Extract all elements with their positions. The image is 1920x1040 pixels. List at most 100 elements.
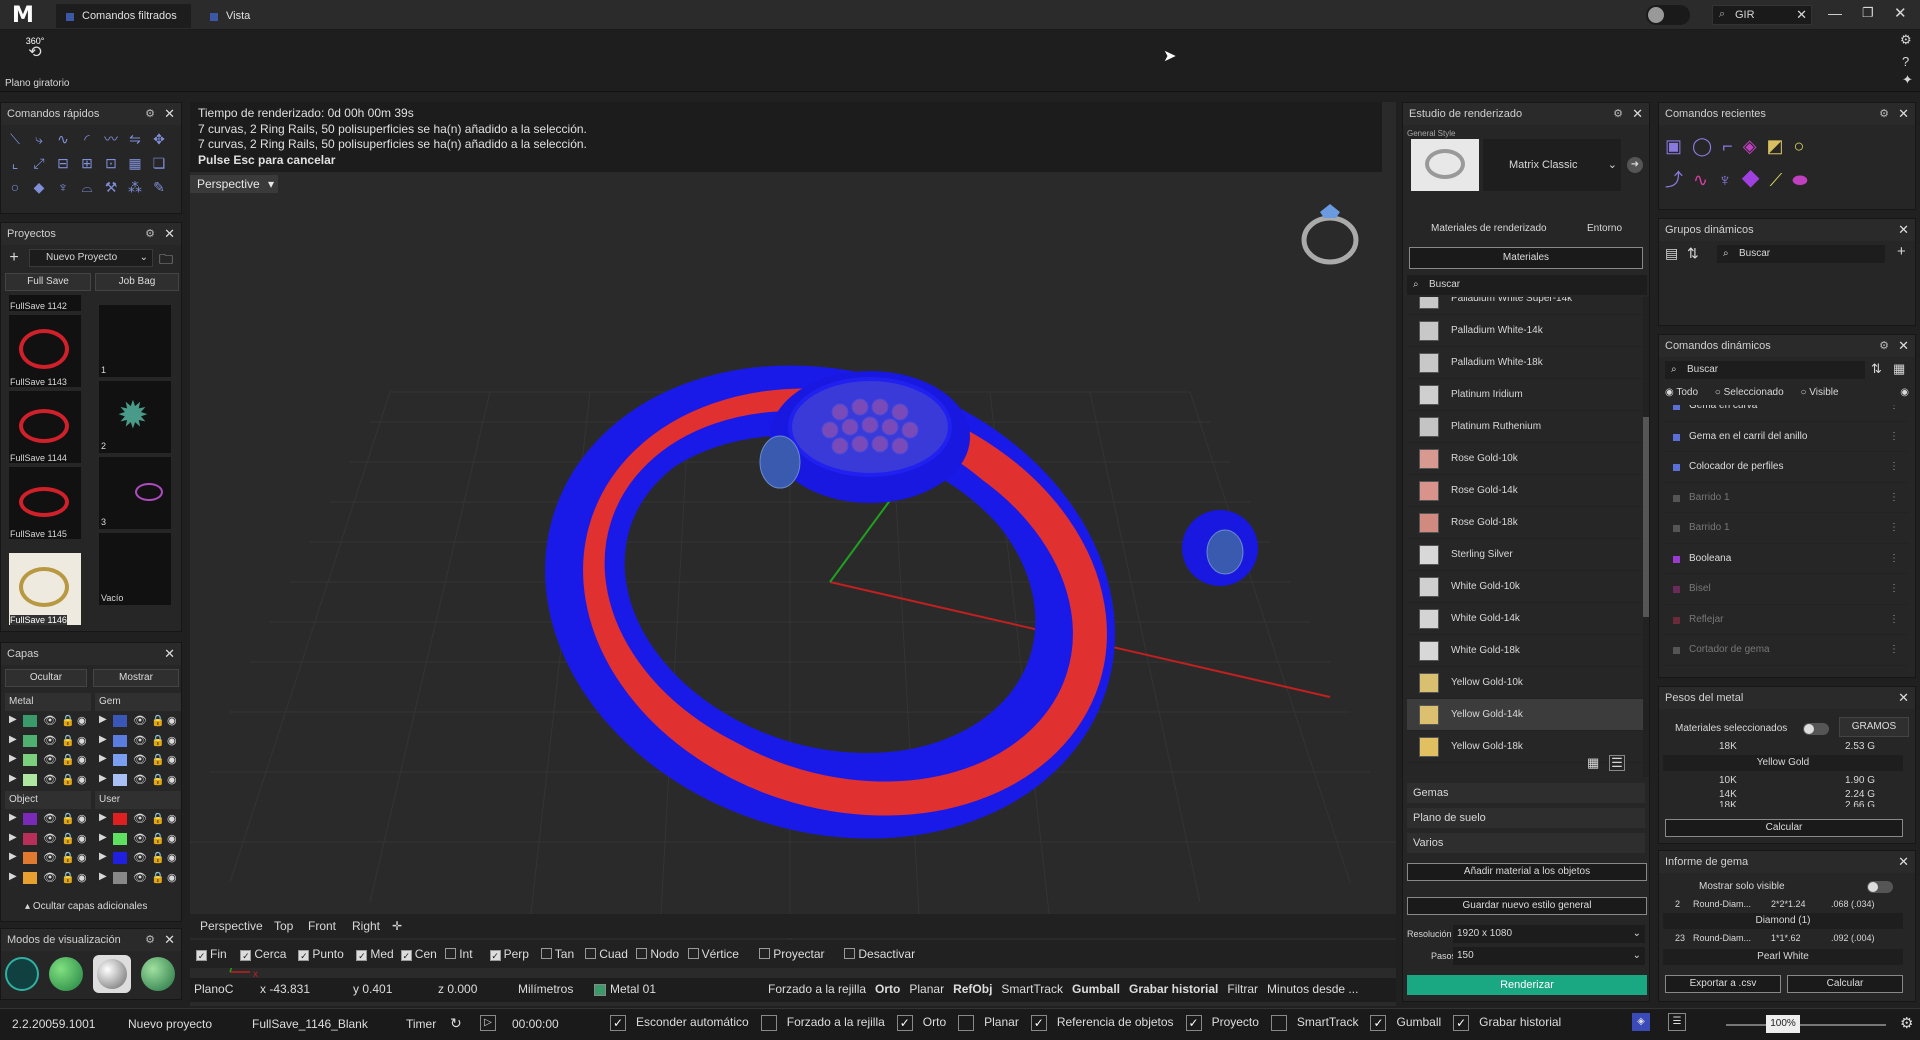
gem-tool-icon[interactable]: ◈ [1743, 136, 1767, 156]
more-options-icon[interactable]: ⋮ [1889, 635, 1899, 666]
reset-timer-icon[interactable]: ↻ [450, 1015, 462, 1032]
save-style-button[interactable]: Guardar nuevo estilo general [1407, 897, 1647, 915]
lock-icon[interactable]: 🔒 [151, 832, 165, 845]
eye-icon[interactable]: 👁 [133, 714, 147, 727]
osnap-toggle[interactable]: ✓ Med [356, 947, 394, 961]
prong-tool-icon[interactable]: ♆ [1718, 170, 1742, 190]
more-options-icon[interactable]: ⋮ [1889, 574, 1899, 605]
visibility-icon[interactable]: ◉ [167, 832, 177, 845]
checkbox[interactable]: ✓ [298, 950, 310, 961]
layer-color-swatch[interactable] [113, 773, 127, 786]
more-options-icon[interactable]: ⋮ [1889, 544, 1899, 575]
eye-icon[interactable]: 👁 [133, 773, 147, 786]
material-item[interactable]: Palladium White-14k [1407, 315, 1643, 347]
full-save-button[interactable]: Full Save [5, 273, 91, 291]
lock-icon[interactable]: 🔒 [61, 812, 75, 825]
section-ground-plane[interactable]: Plano de suelo [1407, 808, 1645, 828]
lock-icon[interactable]: 🔒 [151, 773, 165, 786]
extend-icon[interactable]: ⤢ [28, 152, 50, 174]
checkbox[interactable]: ✓ [1030, 1015, 1047, 1031]
more-options-icon[interactable]: ⋮ [1889, 513, 1899, 544]
expand-icon[interactable]: ▶ [99, 832, 107, 843]
checkbox[interactable] [760, 1015, 777, 1031]
layer-row[interactable]: ▶ 👁 🔒 ◉ [5, 770, 91, 790]
current-layer[interactable]: Metal 01 [610, 982, 656, 996]
lock-icon[interactable]: 🔒 [61, 753, 75, 766]
status-toggle[interactable]: ✓ Proyecto [1185, 1015, 1259, 1031]
expand-icon[interactable]: ▶ [99, 871, 107, 882]
more-options-icon[interactable]: ⋮ [1889, 483, 1899, 514]
bezel-icon[interactable]: ⌓ [76, 176, 98, 198]
viewport-tab-perspective[interactable]: Perspective [200, 914, 263, 938]
visibility-icon[interactable]: ◉ [77, 871, 87, 884]
layer-color-swatch[interactable] [113, 715, 127, 727]
checkbox[interactable]: ✓ [1370, 1015, 1387, 1031]
checkbox[interactable]: ✓ [896, 1015, 913, 1031]
mode-toggle[interactable]: RefObj [953, 982, 992, 996]
expand-icon[interactable]: ▶ [9, 734, 17, 745]
lock-icon[interactable]: 🔒 [61, 714, 75, 727]
checkbox[interactable]: ✓ [400, 950, 412, 961]
layer-color-swatch[interactable] [23, 754, 37, 766]
material-item[interactable]: White Gold-10k [1407, 571, 1643, 603]
zoom-value[interactable]: 100% [1766, 1015, 1800, 1033]
tab-environment[interactable]: Entorno [1587, 223, 1622, 234]
trim-icon[interactable]: ⌞ [4, 152, 26, 174]
mode-toggle[interactable]: Forzado a la rejilla [768, 982, 866, 996]
calculate-gem-button[interactable]: Calcular [1787, 975, 1903, 993]
project-dropdown[interactable]: Nuevo Proyecto ⌄ [29, 249, 153, 267]
checkbox[interactable] [445, 948, 457, 959]
tab-filtered-commands[interactable]: Comandos filtrados [56, 4, 191, 28]
add-material-button[interactable]: Añadir material a los objetos [1407, 863, 1647, 881]
join-icon[interactable]: ⊞ [76, 152, 98, 174]
gear-icon[interactable]: ⚙ [145, 929, 155, 951]
layer-row[interactable]: ▶ 👁 🔒 ◉ [95, 731, 181, 751]
offset-icon[interactable]: ⊡ [100, 152, 122, 174]
viewport-name-dropdown[interactable]: Perspective ▾ [190, 175, 278, 193]
osnap-toggle[interactable]: Vértice [687, 947, 739, 961]
minimize-icon[interactable]: — [1828, 5, 1842, 21]
section-gems[interactable]: Gemas [1407, 783, 1645, 803]
clear-search-icon[interactable]: ✕ [1796, 7, 1807, 23]
material-item[interactable]: White Gold-18k [1407, 635, 1643, 667]
materials-search[interactable]: ⌕ Buscar [1407, 275, 1647, 295]
layer-color-swatch[interactable] [23, 715, 37, 727]
osnap-toggle[interactable]: ✓ Fin [196, 947, 227, 961]
checkbox[interactable] [844, 948, 856, 959]
expand-icon[interactable]: ▶ [9, 871, 17, 882]
expand-icon[interactable]: ▶ [99, 812, 107, 823]
visibility-icon[interactable]: ◉ [167, 812, 177, 825]
material-item[interactable]: White Gold-14k [1407, 603, 1643, 635]
viewport-tab-front[interactable]: Front [308, 914, 336, 938]
visibility-icon[interactable]: ◉ [77, 734, 87, 747]
layer-row[interactable]: ▶ 👁 🔒 ◉ [95, 711, 181, 731]
material-item[interactable]: Rose Gold-14k [1407, 475, 1643, 507]
layer-color-swatch[interactable] [23, 813, 37, 825]
zoom-slider[interactable] [1726, 1024, 1886, 1026]
pin-icon[interactable]: ✦ [1902, 72, 1913, 88]
visible-only-toggle[interactable] [1867, 881, 1893, 893]
close-icon[interactable]: ✕ [164, 643, 175, 665]
close-icon[interactable]: ✕ [1898, 103, 1909, 125]
dynamic-command-item[interactable]: Barrido 1 ⋮ [1663, 513, 1907, 544]
mode-toggle[interactable]: Gumball [1072, 982, 1120, 996]
eye-icon[interactable]: 👁 [133, 871, 147, 884]
mirror-icon[interactable]: ⇋ [124, 128, 146, 150]
mode-toggle[interactable]: Orto [875, 982, 900, 996]
gear-icon[interactable]: ⚙ [145, 223, 155, 245]
show-layers-button[interactable]: Mostrar [93, 669, 179, 687]
osnap-toggle[interactable]: Nodo [636, 947, 679, 961]
lock-icon[interactable]: 🔒 [61, 871, 75, 884]
material-item[interactable]: Platinum Iridium [1407, 379, 1643, 411]
eye-icon[interactable]: 👁 [43, 812, 57, 825]
eye-icon[interactable]: 👁 [133, 753, 147, 766]
expand-icon[interactable]: ▶ [99, 851, 107, 862]
add-project-button[interactable]: + [5, 249, 23, 267]
layer-row[interactable]: ▶ 👁 🔒 ◉ [95, 848, 181, 868]
grid-view-icon[interactable]: ▦ [1587, 755, 1599, 771]
project-thumb[interactable]: Vacío [99, 533, 171, 605]
array-icon[interactable]: ▦ [124, 152, 146, 174]
wireframe-mode-button[interactable] [5, 957, 39, 991]
section-misc[interactable]: Varios [1407, 833, 1645, 853]
filter-visible[interactable]: ○ Visible [1800, 387, 1838, 398]
